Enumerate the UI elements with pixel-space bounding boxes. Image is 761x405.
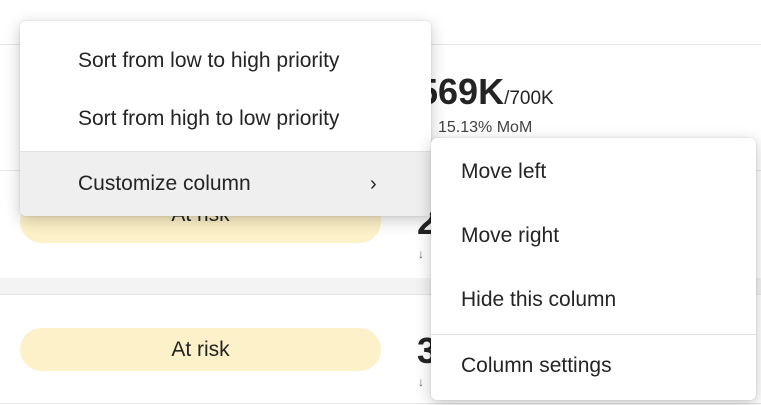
menu-item-label: Move right <box>461 224 560 247</box>
menu-item-sort-high-to-low[interactable]: Sort from high to low priority <box>20 87 431 151</box>
metric-target: /700K <box>504 88 554 109</box>
table-background: 569K/700K 15.13% MoM At risk 2 ↓ At risk… <box>0 0 761 405</box>
menu-item-customize-column[interactable]: Customize column › <box>20 152 431 216</box>
trend-down-icon: ↓ <box>418 247 424 261</box>
status-badge: At risk <box>20 328 381 371</box>
metric-change: 15.13% MoM <box>438 119 533 136</box>
metric-value: 569K/700K <box>418 74 554 110</box>
menu-item-column-settings[interactable]: Column settings <box>431 335 756 397</box>
status-label: At risk <box>171 337 230 361</box>
menu-item-label: Sort from high to low priority <box>78 107 340 130</box>
menu-item-label: Column settings <box>461 354 612 377</box>
menu-item-label: Move left <box>461 160 547 183</box>
menu-item-label: Hide this column <box>461 288 617 311</box>
menu-item-hide-column[interactable]: Hide this column <box>431 268 756 332</box>
chevron-right-icon: › <box>370 172 377 195</box>
menu-item-move-left[interactable]: Move left <box>431 140 756 204</box>
menu-item-label: Customize column <box>78 172 251 195</box>
trend-down-icon: ↓ <box>418 375 424 389</box>
customize-column-submenu: Move left Move right Hide this column Co… <box>431 138 756 400</box>
menu-item-sort-low-to-high[interactable]: Sort from low to high priority <box>20 29 431 93</box>
menu-item-move-right[interactable]: Move right <box>431 204 756 268</box>
column-context-menu: Sort from low to high priority Sort from… <box>20 21 431 216</box>
row-divider <box>0 403 761 404</box>
menu-item-label: Sort from low to high priority <box>78 49 340 72</box>
